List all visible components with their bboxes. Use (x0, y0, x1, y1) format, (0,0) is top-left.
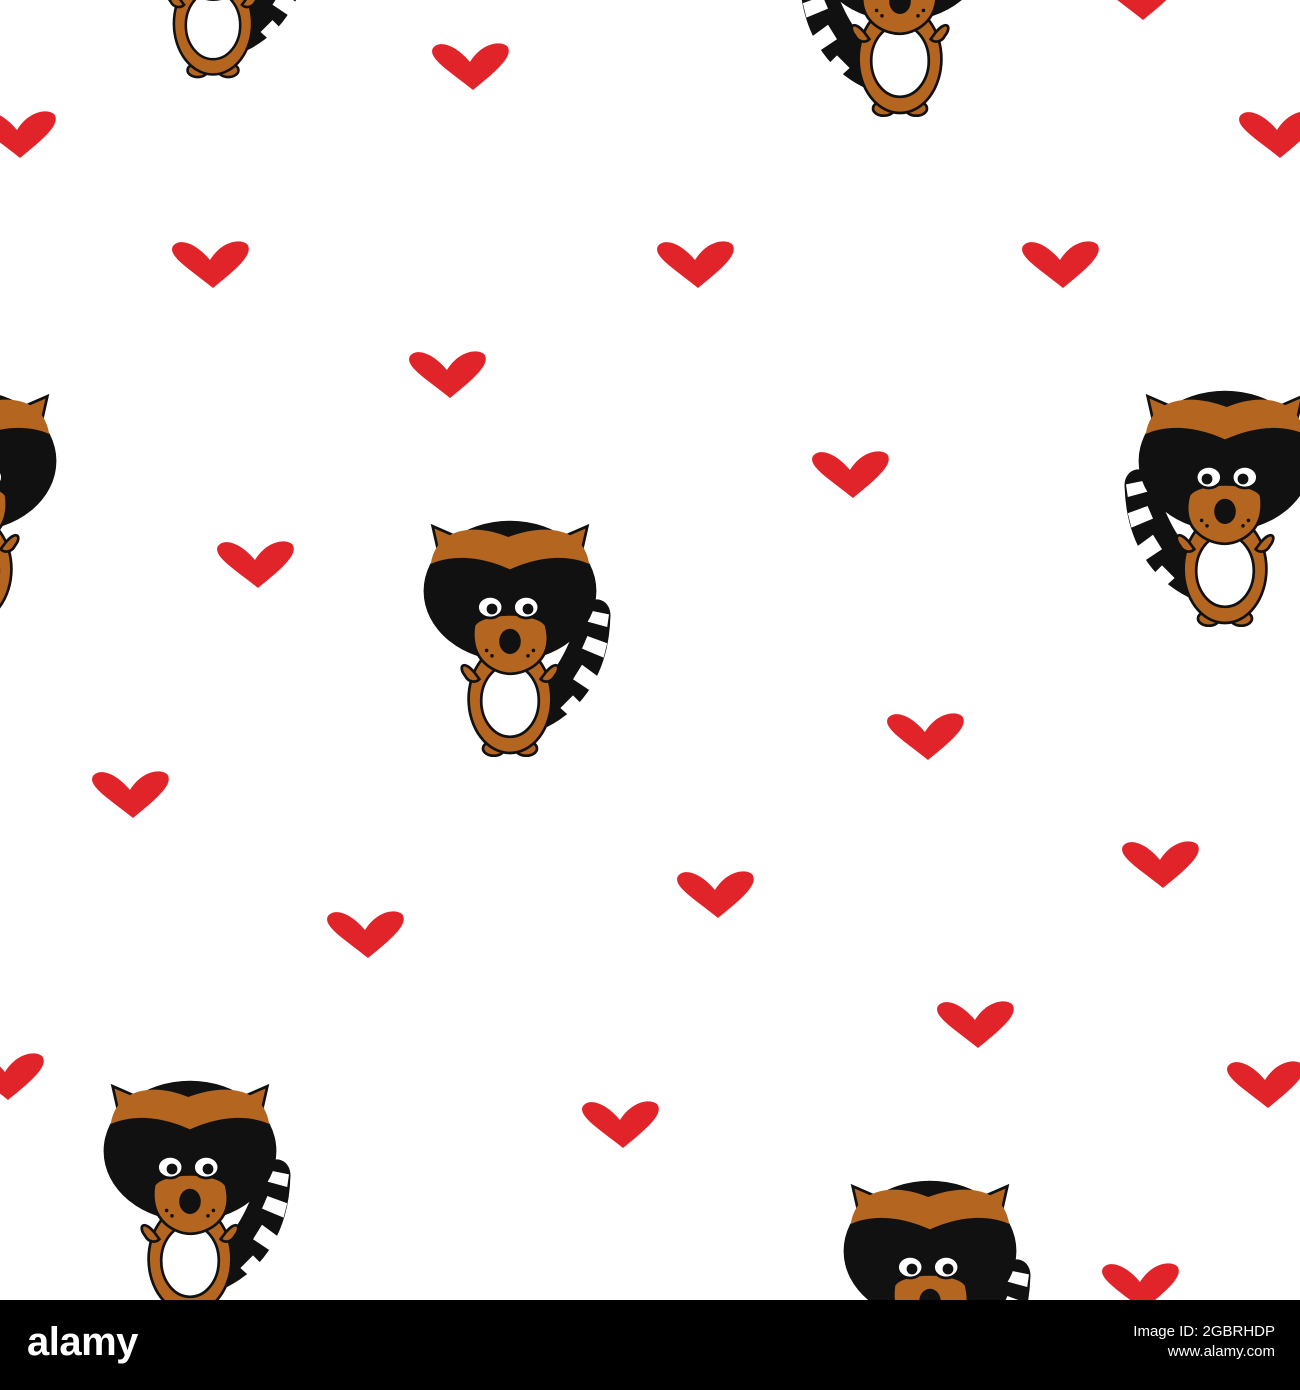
heart-icon (657, 241, 734, 288)
heart-icon (1122, 841, 1199, 888)
brand-logo: alamy (27, 1320, 138, 1364)
heart-icon (937, 1001, 1014, 1048)
raccoon-top-left (130, 0, 308, 79)
image-id-caption: Image ID: 2GBRHDP www.alamy.com (1133, 1322, 1275, 1362)
heart-icon (1022, 241, 1099, 288)
watermark-footer: alamy Image ID: 2GBRHDP www.alamy.com (0, 1300, 1300, 1390)
raccoon-top-center (801, 0, 987, 116)
heart-icon (172, 241, 249, 288)
heart-icon (409, 351, 486, 398)
raccoon-right-edge (1126, 391, 1300, 626)
image-url-line: www.alamy.com (1167, 1343, 1275, 1360)
heart-icon (677, 871, 754, 918)
heart-icon (812, 451, 889, 498)
heart-icon (582, 1101, 659, 1148)
image-id-line: Image ID: 2GBRHDP (1133, 1323, 1275, 1340)
pattern-image (0, 0, 1300, 1300)
heart-icon (1227, 1061, 1300, 1108)
heart-icon (327, 911, 404, 958)
heart-icon (92, 771, 169, 818)
raccoon-center (422, 519, 611, 758)
heart-icon (0, 111, 56, 158)
heart-icon (1102, 0, 1179, 20)
heart-icon (1239, 111, 1300, 158)
raccoon-left-edge (0, 391, 56, 626)
raccoon-bottom-center (842, 1179, 1031, 1300)
heart-icon (217, 541, 294, 588)
heart-icon (432, 43, 509, 90)
heart-icon (0, 1053, 44, 1100)
heart-icon (1102, 1263, 1179, 1300)
raccoon-bottom-left (102, 1079, 291, 1300)
raccoon-hearts-pattern (0, 0, 1300, 1300)
heart-icon (887, 713, 964, 760)
